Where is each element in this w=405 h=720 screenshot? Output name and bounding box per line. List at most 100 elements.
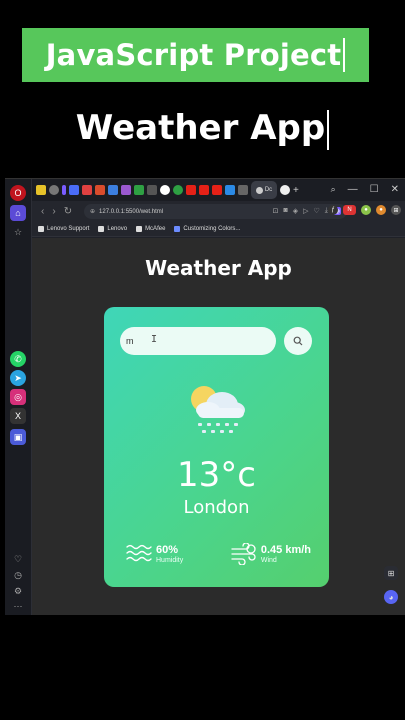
discord-icon[interactable]: ◕ <box>384 590 398 604</box>
text-cursor-icon: I <box>151 334 158 345</box>
wind-icon <box>231 543 256 565</box>
wind-value: 0.45 km/h <box>260 544 311 556</box>
tab-favicon[interactable] <box>108 185 118 195</box>
wind-block: 0.45 km/h Wind <box>231 543 311 565</box>
active-tab-label: Dc <box>264 187 273 193</box>
more-icon[interactable]: ··· <box>10 598 26 614</box>
browser-window: O ⌂ ☆ ✆ ➤ ◎ X ▣ ♡ ◷ ⚙ ··· Dc + ⌕ — ☐ ✕ ‹… <box>5 178 405 615</box>
bookmark-item[interactable]: McAfee <box>136 226 165 232</box>
extension-icon[interactable]: ● <box>376 205 386 215</box>
search-tabs-icon[interactable]: ⌕ <box>331 184 336 195</box>
extensions: ƒ N ● ● ⊞ <box>328 205 401 215</box>
weather-details: 60% Humidity 0.45 km/h Wind <box>126 543 311 565</box>
whatsapp-icon[interactable]: ✆ <box>10 351 26 367</box>
tab-favicon[interactable] <box>36 185 46 195</box>
tab-favicon[interactable] <box>173 185 183 195</box>
url-field[interactable]: ⊕ 127.0.0.1:5500/wet.html ⊡ ◙ ◈ ▷ ♡ ⤓ ◉ <box>84 204 347 219</box>
bookmark-favicon-icon <box>136 226 143 232</box>
tab-favicon[interactable] <box>280 185 290 195</box>
bookmark-label: Lenovo Support <box>47 226 90 232</box>
banner-title: JavaScript Project <box>45 38 342 72</box>
app-extension-icon[interactable]: ▣ <box>10 429 26 445</box>
maximize-button[interactable]: ☐ <box>370 184 379 195</box>
home-icon[interactable]: ⌂ <box>10 205 26 221</box>
history-icon[interactable]: ◷ <box>10 567 26 583</box>
tab-favicon[interactable] <box>186 185 196 195</box>
new-badge-icon[interactable]: N <box>343 205 356 215</box>
forward-icon[interactable]: › <box>52 206 55 217</box>
reload-icon[interactable]: ↻ <box>64 206 72 217</box>
search-button[interactable] <box>284 327 312 355</box>
tab-favicon[interactable] <box>147 185 157 195</box>
opera-logo-icon[interactable]: O <box>10 185 26 201</box>
temperature: 13°c <box>177 455 256 495</box>
play-icon[interactable]: ▷ <box>303 207 308 215</box>
tab-favicon[interactable] <box>238 185 248 195</box>
tab-favicon <box>255 186 263 194</box>
bookmark-item[interactable]: Lenovo <box>98 226 127 232</box>
grid-icon[interactable]: ⊞ <box>384 566 398 580</box>
humidity-block: 60% Humidity <box>126 543 183 565</box>
video-title-banner: JavaScript Project <box>22 28 369 82</box>
bookmark-label: Customizing Colors... <box>183 226 241 232</box>
extension-icon[interactable]: ● <box>361 205 371 215</box>
close-button[interactable]: ✕ <box>391 184 399 195</box>
tab-favicon[interactable] <box>95 185 105 195</box>
tab-favicon[interactable] <box>121 185 131 195</box>
shield-icon[interactable]: ◈ <box>293 207 298 215</box>
extension-icon[interactable]: ƒ <box>328 205 338 215</box>
humidity-label: Humidity <box>156 557 184 564</box>
active-tab[interactable]: Dc <box>251 181 277 199</box>
tab-bar: Dc + ⌕ — ☐ ✕ <box>32 179 405 201</box>
extension-puzzle-icon[interactable]: ⊞ <box>391 205 401 215</box>
weather-card: I 13°c London <box>104 307 329 587</box>
text-cursor <box>343 38 346 72</box>
page-title: Weather App <box>145 256 292 280</box>
browser-sidebar: O ⌂ ☆ ✆ ➤ ◎ X ▣ ♡ ◷ ⚙ ··· <box>5 179 32 615</box>
humidity-icon <box>126 544 152 562</box>
telegram-icon[interactable]: ➤ <box>10 370 26 386</box>
text-cursor <box>327 109 330 150</box>
subtitle-text: Weather App <box>75 108 326 148</box>
new-tab-icon[interactable]: + <box>293 185 299 196</box>
video-subtitle: Weather App <box>0 108 405 150</box>
floating-buttons: ⊞ ◕ <box>384 566 398 604</box>
humidity-value: 60% <box>156 544 179 556</box>
tab-favicon[interactable] <box>199 185 209 195</box>
site-info-icon[interactable]: ⊕ <box>90 208 95 215</box>
tab-favicon[interactable] <box>62 185 66 195</box>
minimize-button[interactable]: — <box>348 184 358 195</box>
tab-favicon[interactable] <box>225 185 235 195</box>
back-icon[interactable]: ‹ <box>41 206 44 217</box>
wind-label: Wind <box>260 557 277 564</box>
window-controls: ⌕ — ☐ ✕ <box>331 184 399 195</box>
bookmark-favicon-icon <box>98 226 105 232</box>
bookmarks-bar: Lenovo Support Lenovo McAfee Customizing… <box>32 222 405 237</box>
bookmark-favicon-icon <box>38 226 44 232</box>
page-viewport: Weather App I 13°c <box>32 238 405 615</box>
city-search-input[interactable] <box>120 327 276 355</box>
instagram-icon[interactable]: ◎ <box>10 389 26 405</box>
screenshot-icon[interactable]: ⊡ <box>273 207 279 215</box>
bookmark-label: Lenovo <box>107 226 128 232</box>
tab-favicon[interactable] <box>134 185 144 195</box>
bookmark-label: McAfee <box>145 226 166 232</box>
x-twitter-icon[interactable]: X <box>10 408 26 424</box>
bookmark-favicon-icon <box>174 226 181 232</box>
tab-favicon[interactable] <box>160 185 170 195</box>
cloud-sun-snow-icon <box>191 386 245 433</box>
settings-icon[interactable]: ⚙ <box>10 583 26 599</box>
bookmark-item[interactable]: Lenovo Support <box>38 226 89 232</box>
camera-icon[interactable]: ◙ <box>283 207 287 215</box>
tab-favicon[interactable] <box>82 185 92 195</box>
bookmark-item[interactable]: Customizing Colors... <box>174 226 240 232</box>
city-name: London <box>183 497 250 518</box>
address-bar: ‹ › ↻ ⊕ 127.0.0.1:5500/wet.html ⊡ ◙ ◈ ▷ … <box>32 201 405 222</box>
heart-icon[interactable]: ♡ <box>314 207 320 215</box>
tab-favicon[interactable] <box>69 185 79 195</box>
bookmark-icon[interactable]: ☆ <box>10 224 26 240</box>
tab-favicon[interactable] <box>212 185 222 195</box>
heart-icon[interactable]: ♡ <box>10 551 26 567</box>
search-icon <box>293 336 303 346</box>
tab-favicon[interactable] <box>49 185 59 195</box>
